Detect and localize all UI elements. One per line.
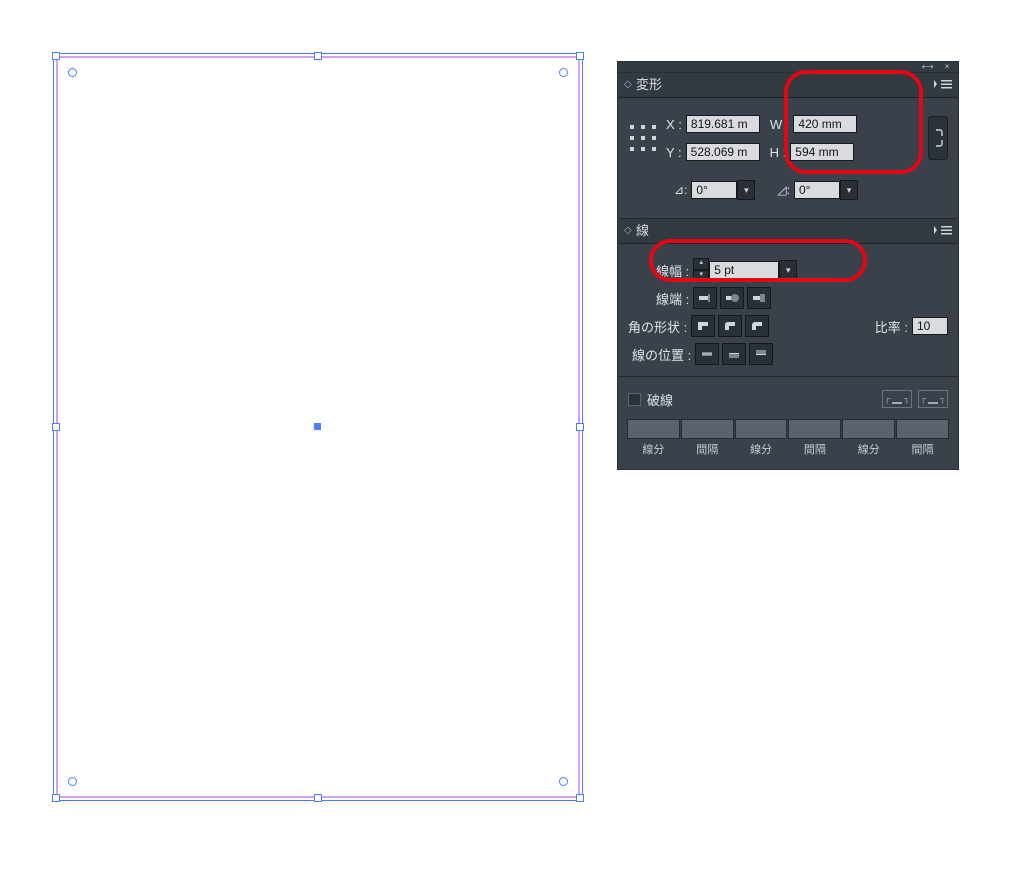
- corner-label: 角の形状 :: [628, 317, 687, 336]
- stroke-divider: [618, 376, 958, 377]
- stroke-weight-label: 線幅 :: [656, 261, 689, 280]
- selection-handle-bl[interactable]: [52, 794, 60, 802]
- dashed-label: 破線: [647, 390, 673, 409]
- stroke-weight-dropdown[interactable]: [779, 260, 797, 280]
- join-miter-icon[interactable]: [691, 315, 715, 337]
- dash-align-corners-icon[interactable]: ┌┐: [918, 390, 948, 408]
- selection-handle-bm[interactable]: [314, 794, 322, 802]
- cap-butt-icon[interactable]: [693, 287, 717, 309]
- constrain-proportions-icon[interactable]: [928, 116, 948, 160]
- h-label: H :: [770, 145, 787, 160]
- w-input[interactable]: [793, 115, 857, 133]
- stepper-down-icon[interactable]: ▾: [693, 270, 709, 282]
- panel-collapse-icon[interactable]: ⟷: [922, 63, 932, 70]
- miter-limit-label: 比率 :: [875, 317, 908, 336]
- stepper-up-icon[interactable]: ▴: [693, 258, 709, 270]
- miter-limit-input[interactable]: [912, 317, 948, 335]
- panel-menu-button[interactable]: [932, 223, 954, 237]
- selection-handle-br[interactable]: [576, 794, 584, 802]
- shear-input[interactable]: [794, 181, 840, 199]
- panel-toggle-icon: ◇: [624, 73, 634, 97]
- h-input[interactable]: [790, 143, 854, 161]
- shear-dropdown[interactable]: [840, 180, 858, 200]
- canvas-area[interactable]: [56, 56, 580, 798]
- transform-panel-title: 変形: [636, 73, 662, 97]
- corner-radius-handle-br[interactable]: [559, 777, 568, 786]
- panel-titlebar: ⟷ ×: [618, 62, 958, 73]
- panel-toggle-icon: ◇: [624, 219, 634, 243]
- y-label: Y :: [666, 145, 682, 160]
- shear-icon: ◿:: [777, 183, 790, 197]
- x-label: X :: [666, 117, 682, 132]
- panel-menu-button[interactable]: [932, 77, 954, 91]
- y-input[interactable]: [686, 143, 760, 161]
- transform-panel-body: X : W : Y : H :: [618, 98, 958, 218]
- reference-point-grid[interactable]: [628, 123, 658, 153]
- selection-handle-mr[interactable]: [576, 423, 584, 431]
- gap-input-3[interactable]: [896, 419, 949, 439]
- selection-handle-tr[interactable]: [576, 52, 584, 60]
- stroke-panel-title: 線: [636, 219, 649, 243]
- rotate-dropdown[interactable]: [737, 180, 755, 200]
- rotate-icon: ⊿:: [674, 183, 687, 197]
- w-label: W :: [770, 117, 790, 132]
- corner-radius-handle-tr[interactable]: [559, 68, 568, 77]
- dash-input-1[interactable]: [627, 419, 680, 439]
- join-round-icon[interactable]: [718, 315, 742, 337]
- stroke-panel-header[interactable]: ◇ 線: [618, 219, 958, 244]
- selection-center-point[interactable]: [314, 423, 321, 430]
- dash-pattern-inputs: 線分 間隔 線分 間隔 線分 間隔: [628, 419, 948, 457]
- stroke-weight-input[interactable]: [709, 261, 779, 279]
- dash-input-3[interactable]: [842, 419, 895, 439]
- selection-handle-tm[interactable]: [314, 52, 322, 60]
- align-stroke-center-icon[interactable]: [695, 343, 719, 365]
- selection-handle-ml[interactable]: [52, 423, 60, 431]
- stroke-weight-stepper[interactable]: ▴ ▾: [693, 258, 709, 282]
- x-input[interactable]: [686, 115, 760, 133]
- dash-input-2[interactable]: [735, 419, 788, 439]
- dash-caption: 間隔: [912, 441, 934, 457]
- gap-input-2[interactable]: [788, 419, 841, 439]
- align-stroke-inside-icon[interactable]: [722, 343, 746, 365]
- dash-caption: 間隔: [696, 441, 718, 457]
- dashed-checkbox[interactable]: [628, 393, 641, 406]
- gap-input-1[interactable]: [681, 419, 734, 439]
- corner-radius-handle-bl[interactable]: [68, 777, 77, 786]
- dash-caption: 線分: [750, 441, 772, 457]
- align-stroke-label: 線の位置 :: [632, 345, 691, 364]
- dash-preserve-exact-icon[interactable]: ┌┐: [882, 390, 912, 408]
- stroke-panel-body: 線幅 : ▴ ▾ 線端 : 角の形状 :: [618, 244, 958, 469]
- cap-round-icon[interactable]: [720, 287, 744, 309]
- cap-projecting-icon[interactable]: [747, 287, 771, 309]
- dash-caption: 間隔: [804, 441, 826, 457]
- join-bevel-icon[interactable]: [745, 315, 769, 337]
- selection-handle-tl[interactable]: [52, 52, 60, 60]
- cap-label: 線端 :: [656, 289, 689, 308]
- dash-caption: 線分: [642, 441, 664, 457]
- transform-panel-header[interactable]: ◇ 変形: [618, 73, 958, 98]
- align-stroke-outside-icon[interactable]: [749, 343, 773, 365]
- dash-caption: 線分: [858, 441, 880, 457]
- rotate-input[interactable]: [691, 181, 737, 199]
- corner-radius-handle-tl[interactable]: [68, 68, 77, 77]
- panels-container: ⟷ × ◇ 変形: [618, 62, 958, 469]
- panel-close-icon[interactable]: ×: [942, 63, 952, 70]
